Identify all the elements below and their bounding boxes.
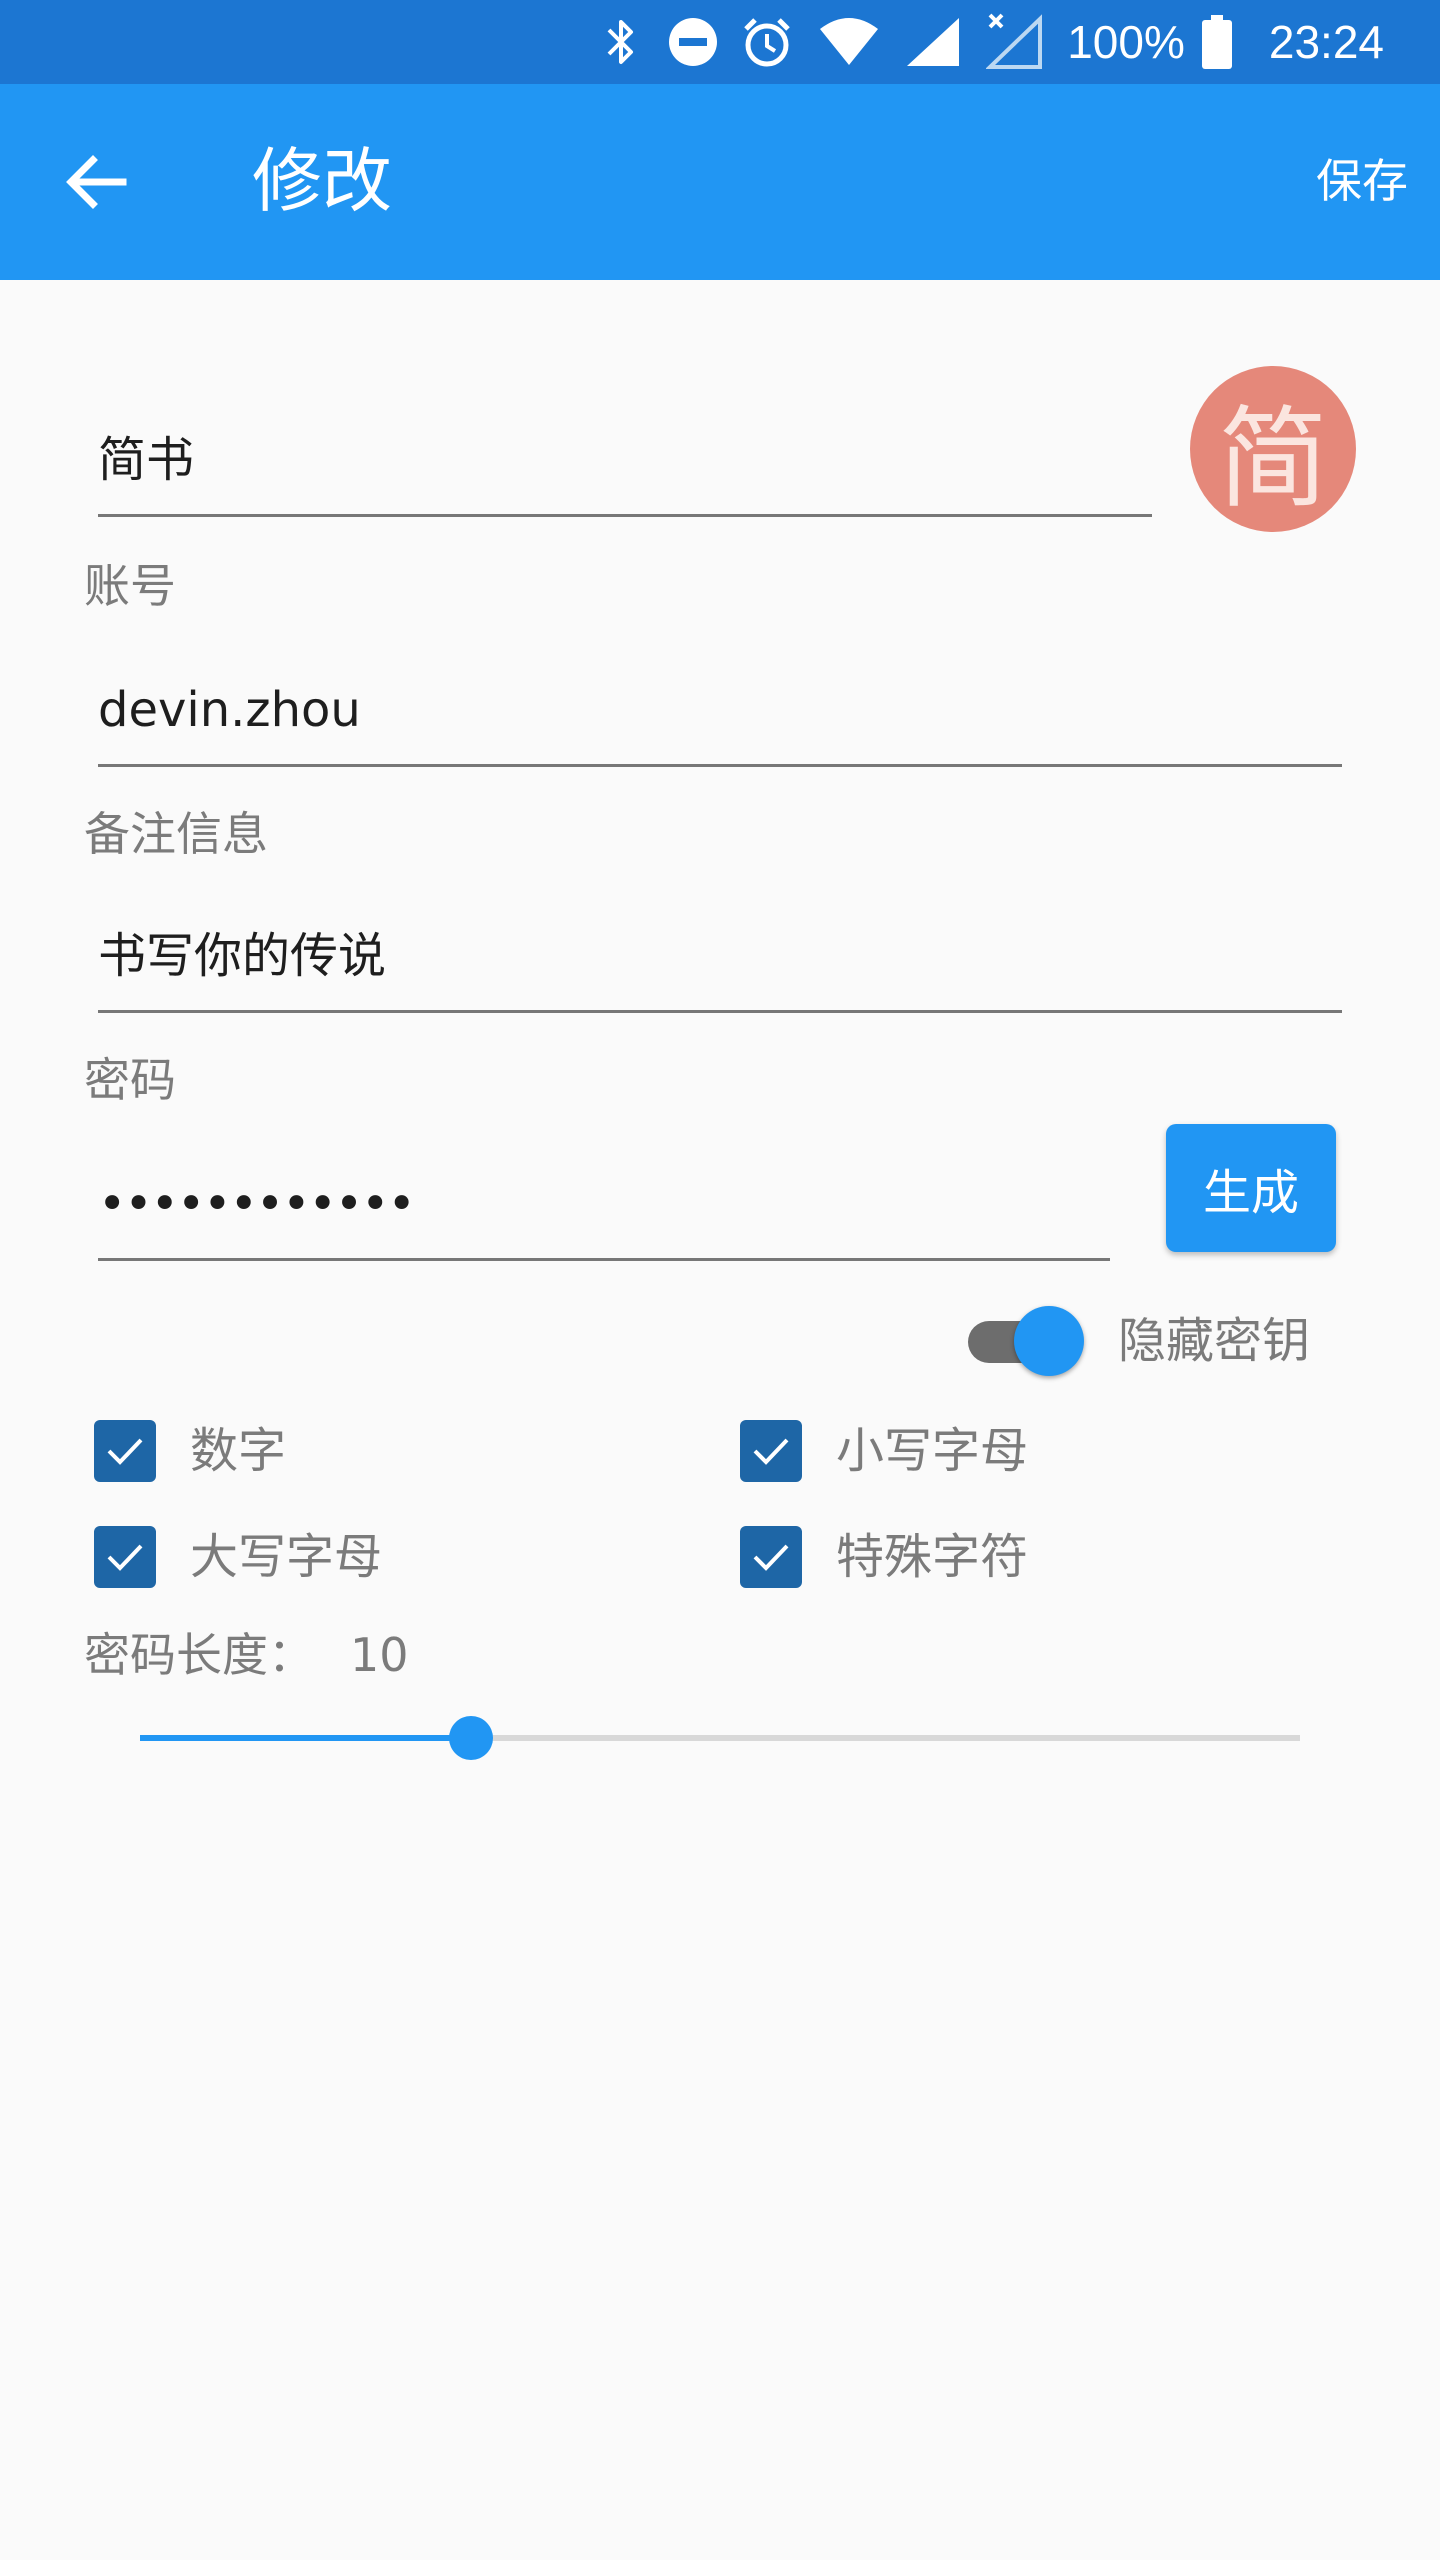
battery-percent: 100% bbox=[1067, 16, 1185, 68]
signal-icon bbox=[903, 16, 963, 68]
bluetooth-icon bbox=[591, 16, 651, 68]
clock: 23:24 bbox=[1268, 16, 1384, 68]
checkbox-digits-label: 数字 bbox=[190, 1423, 287, 1479]
wifi-icon bbox=[817, 17, 881, 67]
checkbox-special-label: 特殊字符 bbox=[836, 1529, 1029, 1585]
account-input[interactable]: devin.zhou bbox=[98, 680, 1342, 767]
checkbox-lowercase[interactable] bbox=[740, 1420, 802, 1482]
checkbox-lowercase-label: 小写字母 bbox=[836, 1423, 1029, 1479]
note-label: 备注信息 bbox=[84, 807, 268, 861]
battery-icon bbox=[1199, 15, 1235, 69]
length-label: 密码长度： bbox=[84, 1628, 314, 1682]
password-input[interactable]: •••••••••••• bbox=[98, 1174, 1110, 1261]
alarm-icon bbox=[739, 15, 795, 69]
checkbox-special[interactable] bbox=[740, 1526, 802, 1588]
account-label: 账号 bbox=[84, 559, 176, 613]
signal-no-sim-icon bbox=[985, 13, 1045, 71]
check-icon bbox=[753, 1438, 789, 1465]
hide-key-switch[interactable] bbox=[968, 1306, 1086, 1376]
slider-fill bbox=[140, 1735, 471, 1741]
note-input[interactable]: 书写你的传说 bbox=[98, 926, 1342, 1013]
checkbox-digits[interactable] bbox=[94, 1420, 156, 1482]
save-button[interactable]: 保存 bbox=[1316, 146, 1408, 216]
dnd-icon bbox=[665, 16, 721, 68]
password-label: 密码 bbox=[84, 1053, 176, 1107]
arrow-back-icon bbox=[66, 155, 127, 209]
back-button[interactable] bbox=[40, 134, 150, 230]
check-icon bbox=[753, 1544, 789, 1571]
slider-thumb[interactable] bbox=[448, 1716, 493, 1760]
check-icon bbox=[107, 1544, 143, 1571]
length-slider[interactable] bbox=[140, 1716, 1300, 1760]
checkbox-uppercase[interactable] bbox=[94, 1526, 156, 1588]
checkbox-uppercase-label: 大写字母 bbox=[190, 1529, 383, 1585]
generate-button[interactable]: 生成 bbox=[1166, 1124, 1336, 1252]
check-icon bbox=[107, 1438, 143, 1465]
page-title: 修改 bbox=[252, 140, 392, 222]
avatar[interactable]: 简 bbox=[1190, 366, 1356, 532]
app-bar: 修改 保存 bbox=[0, 84, 1440, 280]
status-bar: 100% 23:24 bbox=[0, 0, 1440, 84]
hide-key-label: 隐藏密钥 bbox=[1118, 1313, 1311, 1369]
length-value: 10 bbox=[350, 1628, 409, 1682]
name-input[interactable]: 简书 bbox=[98, 430, 1152, 517]
switch-thumb bbox=[1014, 1306, 1084, 1376]
